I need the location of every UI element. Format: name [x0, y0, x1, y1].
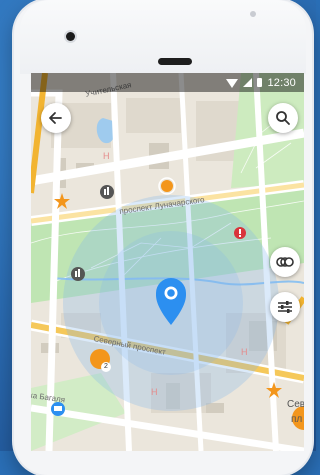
app-screen: H H H Учительская проспект Луначарского …	[31, 73, 304, 451]
street-label-right-1: Сев	[287, 399, 304, 410]
status-time: 12:30	[267, 76, 296, 89]
layers-button[interactable]	[270, 247, 300, 277]
map-canvas[interactable]: H H H	[31, 73, 304, 451]
hospital-mark-2: H	[151, 387, 158, 397]
filters-button[interactable]	[270, 292, 300, 322]
front-camera	[66, 32, 75, 41]
signal-icon	[243, 78, 253, 87]
back-arrow-icon	[49, 112, 62, 124]
street-label-right-2: пл	[291, 414, 303, 425]
status-bar: 12:30	[31, 73, 304, 92]
hospital-mark: H	[103, 151, 110, 161]
wifi-icon	[226, 79, 239, 88]
layers-icon	[276, 257, 294, 267]
proximity-sensor	[250, 11, 256, 17]
cluster-badge: 2	[101, 362, 111, 372]
orange-poi-marker[interactable]	[161, 180, 173, 192]
sliders-icon	[278, 301, 292, 313]
back-button[interactable]	[41, 103, 71, 133]
search-icon	[276, 111, 290, 125]
earpiece-speaker	[158, 58, 192, 65]
hospital-mark-3: H	[241, 347, 248, 357]
battery-icon	[257, 78, 263, 87]
search-button[interactable]	[268, 103, 298, 133]
